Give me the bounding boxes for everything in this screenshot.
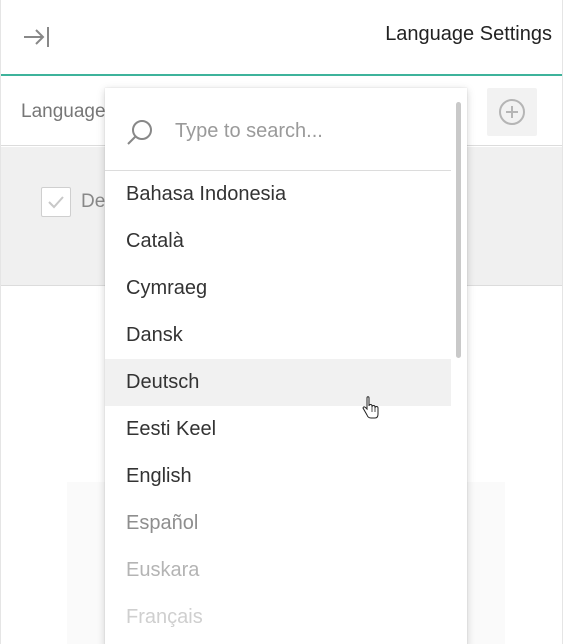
- option-catala[interactable]: Català: [105, 218, 451, 265]
- plus-circle-icon: [499, 99, 525, 125]
- option-francais[interactable]: Français: [105, 594, 451, 641]
- check-icon: [48, 196, 64, 209]
- option-eesti-keel[interactable]: Eesti Keel: [105, 406, 451, 453]
- option-deutsch[interactable]: Deutsch: [105, 359, 451, 406]
- search-icon: [127, 120, 152, 145]
- option-cymraeg[interactable]: Cymraeg: [105, 265, 451, 312]
- options-list: Bahasa Indonesia Català Cymraeg Dansk De…: [105, 171, 451, 641]
- option-espanol[interactable]: Español: [105, 500, 451, 547]
- option-dansk[interactable]: Dansk: [105, 312, 451, 359]
- language-dropdown: Bahasa Indonesia Català Cymraeg Dansk De…: [105, 88, 467, 644]
- header: Language Settings: [1, 0, 562, 76]
- page-title: Language Settings: [385, 23, 552, 45]
- search-input[interactable]: [175, 116, 435, 146]
- language-settings-page: Language Settings Language De Type to se…: [0, 0, 563, 644]
- option-bahasa-indonesia[interactable]: Bahasa Indonesia: [105, 171, 451, 218]
- search-box: [105, 88, 451, 171]
- collapse-panel-button[interactable]: [21, 22, 51, 52]
- option-english[interactable]: English: [105, 453, 451, 500]
- default-label: De: [81, 191, 106, 212]
- language-label: Language: [21, 101, 106, 122]
- add-language-button[interactable]: [487, 88, 537, 136]
- collapse-arrow-icon: [24, 27, 49, 47]
- default-checkbox[interactable]: [41, 187, 71, 217]
- option-euskara[interactable]: Euskara: [105, 547, 451, 594]
- dropdown-scrollbar[interactable]: [456, 102, 461, 358]
